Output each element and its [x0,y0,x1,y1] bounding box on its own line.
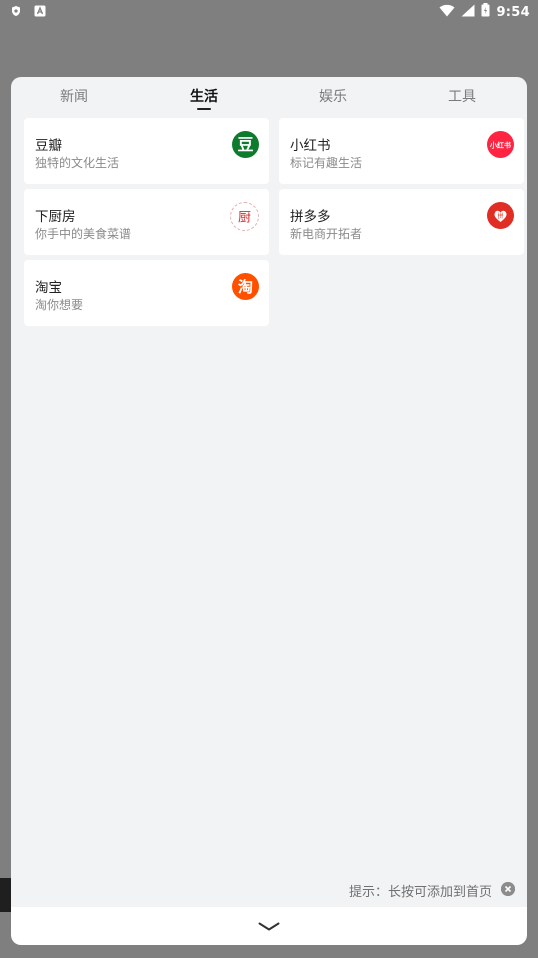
system-icons: 9:54 [439,3,530,21]
app-description: 淘你想要 [35,298,84,312]
svg-text:厨: 厨 [238,211,251,226]
collapse-bar[interactable] [11,907,527,945]
xiaohongshu-logo-icon: 小红书 [487,131,514,158]
app-card-xiaohongshu[interactable]: 小红书 标记有趣生活 小红书 [279,118,524,184]
tab-entertainment[interactable]: 娱乐 [303,86,363,106]
pinduoduo-logo-icon: 拼 [487,202,514,229]
hint-bar: 提示：长按可添加到首页 [11,878,527,900]
svg-text:小红书: 小红书 [489,141,511,150]
xiachufang-logo-icon: 厨 [230,202,259,231]
app-description: 标记有趣生活 [290,156,363,170]
shield-icon [10,5,22,17]
svg-text:豆: 豆 [237,135,253,154]
close-icon[interactable] [501,882,515,896]
category-tabs: 新闻 生活 娱乐 工具 [11,77,527,115]
app-name: 小红书 [290,138,331,154]
app-name: 拼多多 [290,209,331,225]
background-app-edge [0,878,11,912]
clock: 9:54 [496,4,530,20]
app-description: 新电商开拓者 [290,227,363,241]
app-name: 下厨房 [35,209,76,225]
app-card-xiachufang[interactable]: 下厨房 你手中的美食菜谱 厨 [24,189,269,255]
svg-text:淘: 淘 [237,278,253,296]
app-card-taobao[interactable]: 淘宝 淘你想要 淘 [24,260,269,326]
douban-logo-icon: 豆 [232,131,259,158]
svg-text:拼: 拼 [497,212,503,220]
tab-life[interactable]: 生活 [174,86,234,106]
app-description: 独特的文化生活 [35,156,120,170]
taobao-logo-icon: 淘 [232,273,259,300]
hint-text: 提示：长按可添加到首页 [348,885,492,900]
battery-icon [481,3,490,21]
app-name: 豆瓣 [35,138,62,154]
chevron-down-icon[interactable] [258,917,280,936]
app-card-pinduoduo[interactable]: 拼多多 新电商开拓者 拼 [279,189,524,255]
app-card-douban[interactable]: 豆瓣 独特的文化生活 豆 [24,118,269,184]
status-bar: 9:54 [0,0,538,24]
signal-icon [461,4,475,21]
app-picker-sheet: 新闻 生活 娱乐 工具 豆瓣 独特的文化生活 豆 小红书 标记有趣生活 小红书 … [11,77,527,907]
notification-icons [10,5,46,17]
wifi-icon [439,4,455,21]
font-icon [34,5,46,17]
app-name: 淘宝 [35,280,62,296]
tab-news[interactable]: 新闻 [44,86,104,106]
tab-tools[interactable]: 工具 [432,86,492,106]
active-tab-indicator [197,108,211,110]
app-description: 你手中的美食菜谱 [35,227,132,241]
